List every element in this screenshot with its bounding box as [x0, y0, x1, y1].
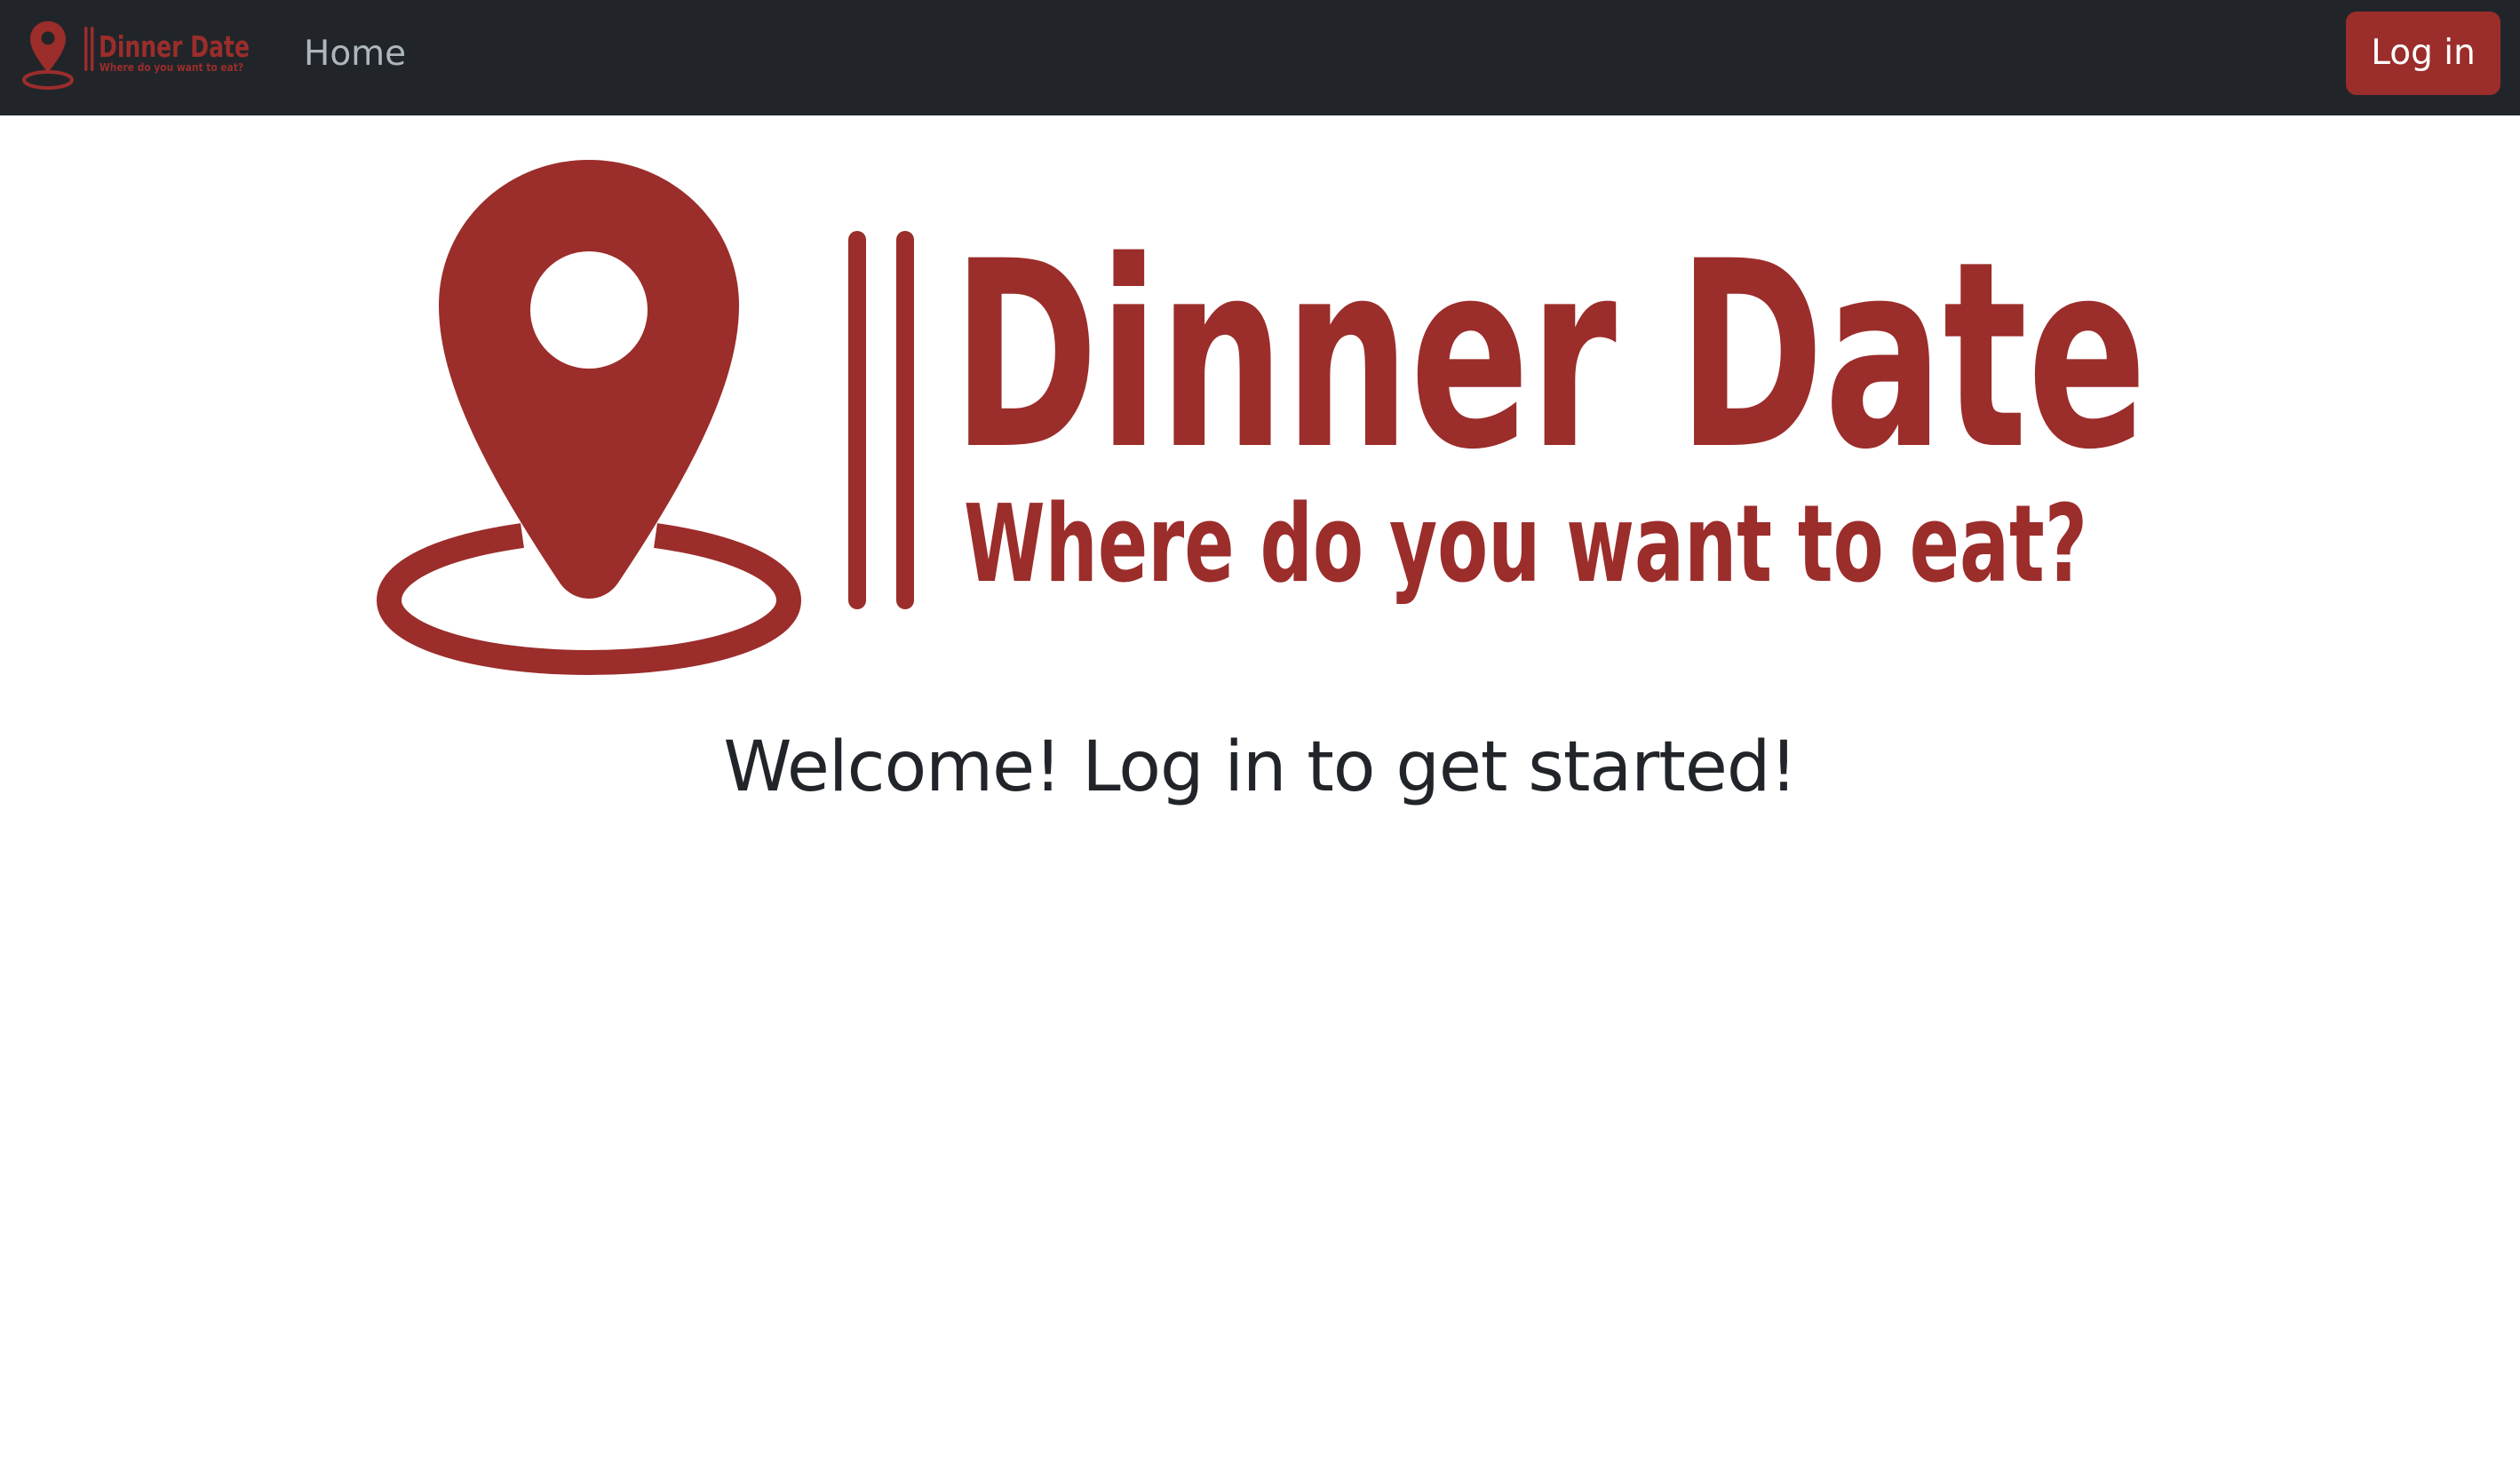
brand-tagline: Where do you want to eat?: [99, 61, 243, 74]
hero-logo-graphic: Dinner Date Where do you want to eat?: [376, 160, 2147, 676]
login-button[interactable]: Log in: [2346, 12, 2500, 95]
welcome-heading: Welcome! Log in to get started!: [723, 727, 1797, 807]
logo-title: Dinner Date: [952, 207, 2147, 506]
brand-logo-link[interactable]: Dinner Date Where do you want to eat?: [21, 16, 254, 92]
brand-logo: Dinner Date Where do you want to eat?: [22, 21, 250, 90]
logo-tagline: Where do you want to eat?: [964, 483, 2087, 607]
navbar: Dinner Date Where do you want to eat? Ho…: [0, 0, 2520, 115]
nav-home-link[interactable]: Home: [304, 29, 406, 79]
map-pin-icon: [22, 21, 74, 90]
hero-logo: Dinner Date Where do you want to eat?: [373, 153, 2148, 680]
brand-name: Dinner Date: [99, 29, 250, 64]
map-pin-icon: [376, 160, 802, 676]
